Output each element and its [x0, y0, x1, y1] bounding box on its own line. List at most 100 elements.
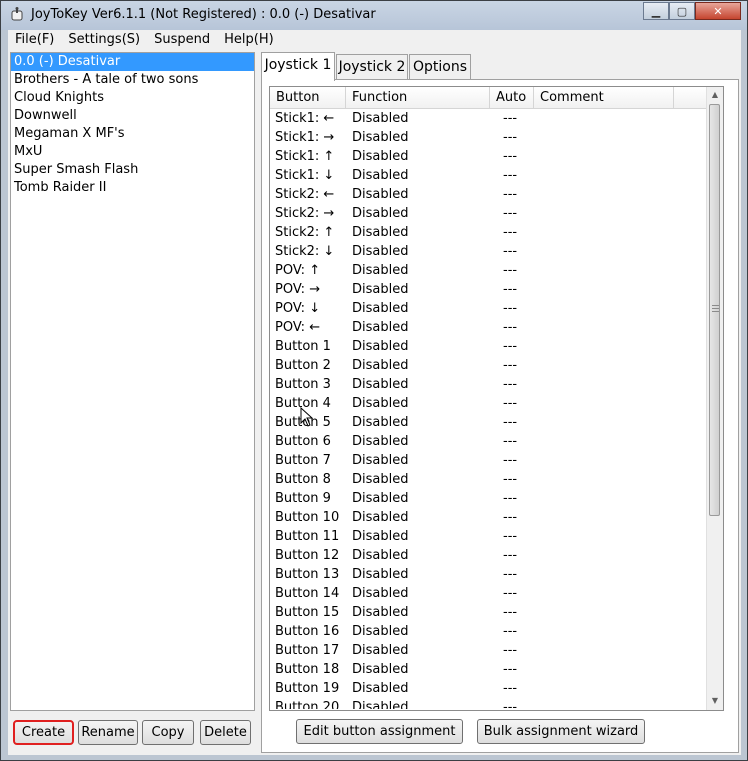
cell-button: POV: ↓ [275, 301, 321, 316]
table-row[interactable]: Button 6 Disabled --- [270, 432, 710, 451]
cell-function: Disabled [352, 548, 409, 563]
cell-button: Button 15 [275, 605, 340, 620]
vertical-scrollbar[interactable]: ▲ ▼ [706, 87, 723, 710]
tab-joystick-1[interactable]: Joystick 1 [261, 52, 335, 81]
profile-item-desativar[interactable]: 0.0 (-) Desativar [11, 53, 254, 71]
menu-help[interactable]: Help(H) [217, 30, 281, 50]
cell-button: Stick2: → [275, 206, 335, 221]
profile-list[interactable]: 0.0 (-) Desativar Brothers - A tale of t… [10, 52, 255, 711]
column-header-auto[interactable]: Auto [490, 87, 534, 108]
profile-item-downwell[interactable]: Downwell [11, 107, 254, 125]
table-row[interactable]: Button 2 Disabled --- [270, 356, 710, 375]
table-row[interactable]: Button 13 Disabled --- [270, 565, 710, 584]
table-row[interactable]: Stick2: ↑ Disabled --- [270, 223, 710, 242]
table-row[interactable]: Button 5 Disabled --- [270, 413, 710, 432]
cell-auto: --- [503, 244, 518, 259]
cell-function: Disabled [352, 206, 409, 221]
table-row[interactable]: Button 8 Disabled --- [270, 470, 710, 489]
profile-item-mxu[interactable]: MxU [11, 143, 254, 161]
cell-function: Disabled [352, 396, 409, 411]
minimize-button[interactable]: ▁ [643, 2, 669, 20]
profile-item-brothers[interactable]: Brothers - A tale of two sons [11, 71, 254, 89]
cell-auto: --- [503, 643, 518, 658]
cell-auto: --- [503, 377, 518, 392]
tab-joystick-2[interactable]: Joystick 2 [336, 54, 408, 80]
cell-function: Disabled [352, 168, 409, 183]
table-row[interactable]: Button 4 Disabled --- [270, 394, 710, 413]
table-row[interactable]: Button 18 Disabled --- [270, 660, 710, 679]
bulk-assignment-wizard-button[interactable]: Bulk assignment wizard [477, 719, 645, 744]
table-row[interactable]: Button 7 Disabled --- [270, 451, 710, 470]
rename-button[interactable]: Rename [78, 720, 138, 745]
table-row[interactable]: Button 9 Disabled --- [270, 489, 710, 508]
delete-button[interactable]: Delete [200, 720, 251, 745]
cell-button: Button 7 [275, 453, 331, 468]
table-row[interactable]: Button 10 Disabled --- [270, 508, 710, 527]
cell-function: Disabled [352, 301, 409, 316]
assignment-grid[interactable]: Button Function Auto Comment Stick1: ← Di… [269, 86, 724, 711]
profile-item-tomb-raider[interactable]: Tomb Raider II [11, 179, 254, 197]
profile-item-cloud-knights[interactable]: Cloud Knights [11, 89, 254, 107]
cell-auto: --- [503, 415, 518, 430]
menu-settings[interactable]: Settings(S) [61, 30, 147, 50]
scroll-down-arrow-icon[interactable]: ▼ [707, 693, 723, 709]
cell-function: Disabled [352, 149, 409, 164]
cell-function: Disabled [352, 681, 409, 696]
cell-button: Button 3 [275, 377, 331, 392]
menu-file[interactable]: File(F) [8, 30, 61, 50]
cell-function: Disabled [352, 605, 409, 620]
table-row[interactable]: Stick2: ↓ Disabled --- [270, 242, 710, 261]
grip-line [712, 305, 719, 306]
table-row[interactable]: Button 16 Disabled --- [270, 622, 710, 641]
table-row[interactable]: POV: ↑ Disabled --- [270, 261, 710, 280]
edit-button-assignment-button[interactable]: Edit button assignment [296, 719, 463, 744]
tab-options[interactable]: Options [409, 54, 471, 80]
table-row[interactable]: Stick1: ← Disabled --- [270, 109, 710, 128]
table-row[interactable]: Button 17 Disabled --- [270, 641, 710, 660]
cell-function: Disabled [352, 377, 409, 392]
cell-auto: --- [503, 187, 518, 202]
table-row[interactable]: Button 3 Disabled --- [270, 375, 710, 394]
close-button[interactable]: ✕ [695, 2, 741, 20]
scrollbar-thumb[interactable] [709, 104, 720, 516]
window-controls: ▁ ▢ ✕ [643, 2, 741, 21]
table-row[interactable]: Stick2: → Disabled --- [270, 204, 710, 223]
cell-function: Disabled [352, 415, 409, 430]
table-row[interactable]: Button 12 Disabled --- [270, 546, 710, 565]
table-row[interactable]: Stick1: ↓ Disabled --- [270, 166, 710, 185]
maximize-button[interactable]: ▢ [669, 2, 695, 20]
table-row[interactable]: Button 14 Disabled --- [270, 584, 710, 603]
table-row[interactable]: Stick2: ← Disabled --- [270, 185, 710, 204]
table-row[interactable]: Button 20 Disabled --- [270, 698, 710, 709]
cell-button: Button 13 [275, 567, 340, 582]
profile-item-megaman[interactable]: Megaman X MF's [11, 125, 254, 143]
column-header-function[interactable]: Function [346, 87, 490, 108]
mouse-pointer-icon [300, 407, 314, 427]
table-row[interactable]: Stick1: ↑ Disabled --- [270, 147, 710, 166]
cell-auto: --- [503, 301, 518, 316]
cell-auto: --- [503, 681, 518, 696]
table-row[interactable]: Button 11 Disabled --- [270, 527, 710, 546]
cell-function: Disabled [352, 700, 409, 709]
table-row[interactable]: POV: → Disabled --- [270, 280, 710, 299]
cell-function: Disabled [352, 358, 409, 373]
copy-button[interactable]: Copy [142, 720, 194, 745]
cell-button: Stick2: ← [275, 187, 335, 202]
title-bar[interactable]: JoyToKey Ver6.1.1 (Not Registered) : 0.0… [1, 1, 747, 30]
create-button[interactable]: Create [13, 720, 74, 745]
table-row[interactable]: Button 19 Disabled --- [270, 679, 710, 698]
column-header-button[interactable]: Button [270, 87, 346, 108]
table-row[interactable]: POV: ← Disabled --- [270, 318, 710, 337]
cell-function: Disabled [352, 510, 409, 525]
scroll-up-arrow-icon[interactable]: ▲ [707, 87, 723, 103]
table-row[interactable]: Button 1 Disabled --- [270, 337, 710, 356]
table-row[interactable]: POV: ↓ Disabled --- [270, 299, 710, 318]
table-row[interactable]: Button 15 Disabled --- [270, 603, 710, 622]
table-row[interactable]: Stick1: → Disabled --- [270, 128, 710, 147]
column-header-comment[interactable]: Comment [534, 87, 674, 108]
cell-auto: --- [503, 206, 518, 221]
profile-item-super-smash-flash[interactable]: Super Smash Flash [11, 161, 254, 179]
cell-function: Disabled [352, 263, 409, 278]
menu-suspend[interactable]: Suspend [147, 30, 217, 50]
cell-function: Disabled [352, 339, 409, 354]
